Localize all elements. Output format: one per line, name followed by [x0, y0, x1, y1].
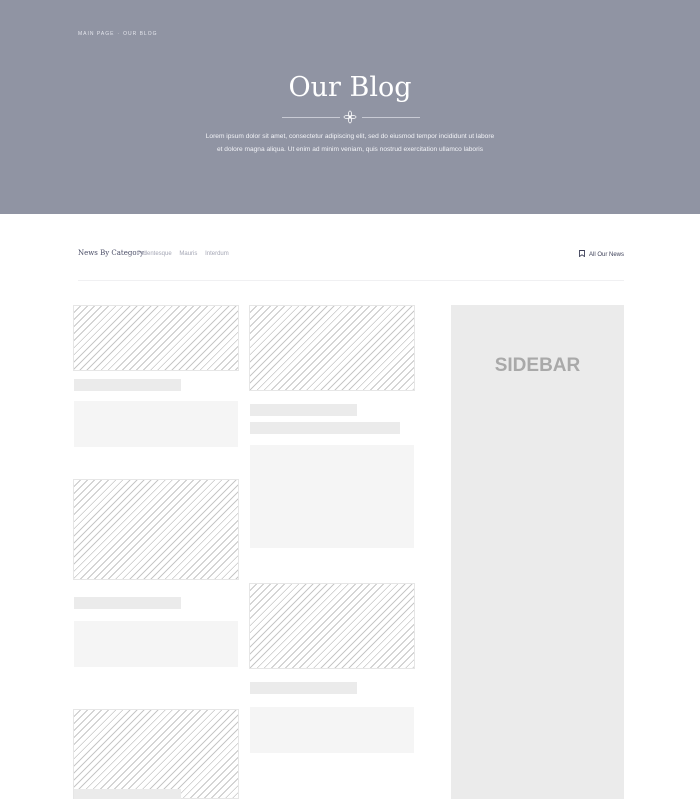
breadcrumb-home-link[interactable]: MAIN PAGE [78, 31, 114, 37]
post-title-placeholder [250, 404, 357, 416]
sidebar-label: SIDEBAR [494, 355, 581, 376]
post-thumbnail[interactable] [249, 583, 415, 669]
post-title-placeholder [74, 597, 181, 609]
post-excerpt-placeholder [74, 401, 238, 447]
category-filter-bar: News By Category: Pellentesque Mauris In… [78, 249, 624, 261]
intro-line-2: et dolore magna aliqua. Ut enim ad minim… [216, 145, 484, 153]
post-title-placeholder [74, 379, 181, 391]
bookmark-icon [579, 250, 585, 258]
post-thumbnail[interactable] [249, 305, 415, 391]
title-divider-left [282, 117, 340, 118]
sidebar-placeholder: SIDEBAR [451, 305, 624, 799]
category-link-mauris[interactable]: Mauris [179, 251, 197, 257]
post-title-placeholder [74, 789, 181, 799]
post-excerpt-placeholder [74, 621, 238, 667]
all-news-link[interactable]: All Our News [579, 250, 624, 258]
flower-ornament-icon [343, 110, 357, 124]
category-link-pellentesque[interactable]: Pellentesque [137, 251, 172, 257]
post-subtitle-placeholder [250, 422, 400, 434]
category-link-interdum[interactable]: Interdum [205, 251, 229, 257]
breadcrumb-current: OUR BLOG [123, 31, 158, 37]
category-links: Pellentesque Mauris Interdum [137, 251, 235, 257]
intro-text: Lorem ipsum dolor sit amet, consectetur … [175, 131, 525, 156]
post-thumbnail[interactable] [73, 709, 239, 799]
post-thumbnail[interactable] [73, 479, 239, 580]
hero-banner: MAIN PAGE · OUR BLOG Our Blog Lorem ipsum … [0, 0, 700, 214]
all-news-label: All Our News [588, 252, 624, 258]
post-thumbnail[interactable] [73, 305, 239, 371]
intro-line-1: Lorem ipsum dolor sit amet, consectetur … [205, 133, 495, 140]
post-excerpt-placeholder [250, 445, 414, 548]
filter-label: News By Category: [78, 249, 147, 257]
page-title: Our Blog [288, 72, 412, 103]
post-title-placeholder [250, 682, 357, 694]
breadcrumb: MAIN PAGE · OUR BLOG [78, 31, 158, 37]
breadcrumb-separator: · [117, 31, 121, 37]
post-excerpt-placeholder [250, 707, 414, 753]
title-divider-right [362, 117, 420, 118]
filter-divider [78, 280, 624, 281]
